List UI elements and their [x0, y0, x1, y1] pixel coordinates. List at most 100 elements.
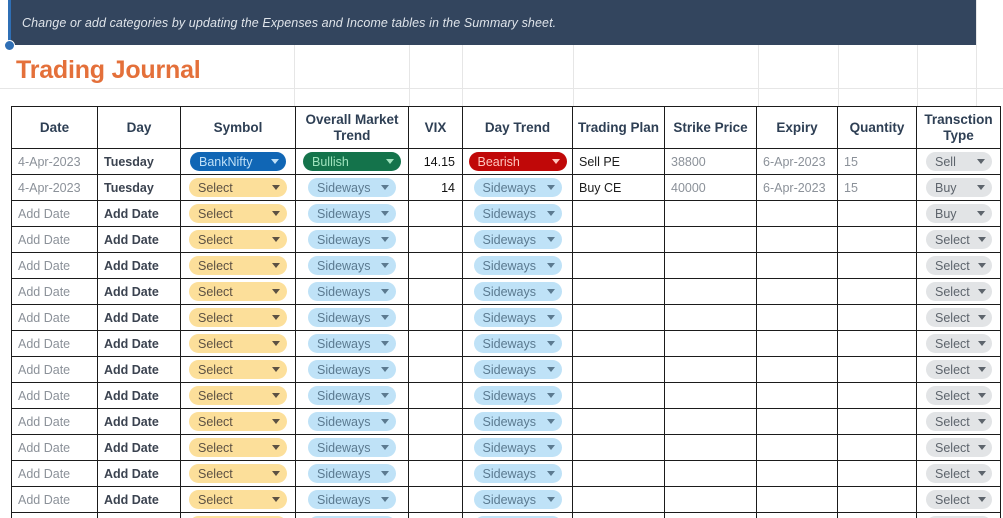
day-trend-dropdown[interactable]: Sideways: [473, 308, 562, 327]
market-trend-dropdown[interactable]: Sideways: [308, 334, 396, 353]
day-cell[interactable]: Add Date: [97, 460, 181, 487]
transaction-type-dropdown[interactable]: Select: [926, 412, 992, 431]
quantity-cell[interactable]: [837, 434, 917, 461]
transaction-type-dropdown[interactable]: Buy: [926, 204, 992, 223]
day-trend-dropdown[interactable]: Sideways: [473, 360, 562, 379]
quantity-cell[interactable]: [837, 408, 917, 435]
trading-plan-cell[interactable]: [572, 304, 665, 331]
transaction-type-dropdown[interactable]: Select: [926, 438, 992, 457]
date-cell[interactable]: Add Date: [11, 356, 98, 383]
quantity-cell[interactable]: 15: [837, 148, 917, 175]
trading-plan-cell[interactable]: [572, 252, 665, 279]
trading-plan-cell[interactable]: [572, 460, 665, 487]
vix-cell[interactable]: [408, 226, 463, 253]
date-cell[interactable]: Add Date: [11, 226, 98, 253]
trading-plan-cell[interactable]: [572, 486, 665, 513]
strike-price-cell[interactable]: [664, 382, 757, 409]
day-cell[interactable]: Add Date: [97, 304, 181, 331]
expiry-cell[interactable]: [756, 200, 838, 227]
quantity-cell[interactable]: [837, 226, 917, 253]
trading-plan-cell[interactable]: [572, 408, 665, 435]
trading-plan-cell[interactable]: Sell PE: [572, 148, 665, 175]
market-trend-dropdown[interactable]: Sideways: [308, 256, 396, 275]
market-trend-dropdown[interactable]: Sideways: [308, 178, 396, 197]
day-trend-dropdown[interactable]: Sideways: [473, 256, 562, 275]
vix-cell[interactable]: [408, 460, 463, 487]
expiry-cell[interactable]: [756, 434, 838, 461]
symbol-dropdown[interactable]: Select: [189, 308, 287, 327]
day-cell[interactable]: Add Date: [97, 226, 181, 253]
day-cell[interactable]: Add Date: [97, 278, 181, 305]
day-cell[interactable]: Add Date: [97, 252, 181, 279]
expiry-cell[interactable]: [756, 252, 838, 279]
quantity-cell[interactable]: [837, 512, 917, 518]
strike-price-cell[interactable]: [664, 512, 757, 518]
day-cell[interactable]: Tuesday: [97, 174, 181, 201]
quantity-cell[interactable]: [837, 330, 917, 357]
quantity-cell[interactable]: [837, 200, 917, 227]
trading-plan-cell[interactable]: [572, 200, 665, 227]
transaction-type-dropdown[interactable]: Sell: [926, 152, 992, 171]
market-trend-dropdown[interactable]: Sideways: [308, 282, 396, 301]
trading-plan-cell[interactable]: [572, 226, 665, 253]
trading-plan-cell[interactable]: [572, 356, 665, 383]
date-cell[interactable]: Add Date: [11, 382, 98, 409]
market-trend-dropdown[interactable]: Sideways: [308, 360, 396, 379]
symbol-dropdown[interactable]: Select: [189, 204, 287, 223]
market-trend-dropdown[interactable]: Sideways: [308, 308, 396, 327]
strike-price-cell[interactable]: [664, 408, 757, 435]
day-trend-dropdown[interactable]: Sideways: [473, 230, 562, 249]
expiry-cell[interactable]: 6-Apr-2023: [756, 148, 838, 175]
transaction-type-dropdown[interactable]: Select: [926, 256, 992, 275]
day-cell[interactable]: Add Date: [97, 356, 181, 383]
expiry-cell[interactable]: [756, 226, 838, 253]
day-cell[interactable]: Add Date: [97, 200, 181, 227]
vix-cell[interactable]: [408, 486, 463, 513]
transaction-type-dropdown[interactable]: Select: [926, 334, 992, 353]
quantity-cell[interactable]: [837, 460, 917, 487]
day-trend-dropdown[interactable]: Sideways: [473, 438, 562, 457]
date-cell[interactable]: 4-Apr-2023: [11, 174, 98, 201]
date-cell[interactable]: Add Date: [11, 434, 98, 461]
day-cell[interactable]: Add Date: [97, 330, 181, 357]
symbol-dropdown[interactable]: Select: [189, 230, 287, 249]
transaction-type-dropdown[interactable]: Select: [926, 282, 992, 301]
symbol-dropdown[interactable]: Select: [189, 412, 287, 431]
quantity-cell[interactable]: [837, 356, 917, 383]
strike-price-cell[interactable]: [664, 486, 757, 513]
strike-price-cell[interactable]: [664, 278, 757, 305]
vix-cell[interactable]: [408, 356, 463, 383]
expiry-cell[interactable]: [756, 512, 838, 518]
quantity-cell[interactable]: 15: [837, 174, 917, 201]
quantity-cell[interactable]: [837, 278, 917, 305]
day-trend-dropdown[interactable]: Sideways: [473, 412, 562, 431]
transaction-type-dropdown[interactable]: Select: [926, 308, 992, 327]
quantity-cell[interactable]: [837, 304, 917, 331]
strike-price-cell[interactable]: [664, 330, 757, 357]
vix-cell[interactable]: [408, 252, 463, 279]
day-trend-dropdown[interactable]: Sideways: [473, 204, 562, 223]
trading-plan-cell[interactable]: Buy CE: [572, 174, 665, 201]
transaction-type-dropdown[interactable]: Select: [926, 230, 992, 249]
symbol-dropdown[interactable]: Select: [189, 438, 287, 457]
strike-price-cell[interactable]: [664, 226, 757, 253]
symbol-dropdown[interactable]: Select: [189, 386, 287, 405]
trading-plan-cell[interactable]: [572, 278, 665, 305]
expiry-cell[interactable]: [756, 278, 838, 305]
date-cell[interactable]: Add Date: [11, 330, 98, 357]
transaction-type-dropdown[interactable]: Buy: [926, 178, 992, 197]
date-cell[interactable]: Add Date: [11, 486, 98, 513]
symbol-dropdown[interactable]: BankNifty: [190, 152, 286, 171]
date-cell[interactable]: Add Date: [11, 304, 98, 331]
expiry-cell[interactable]: [756, 356, 838, 383]
transaction-type-dropdown[interactable]: Select: [926, 464, 992, 483]
day-trend-dropdown[interactable]: Sideways: [473, 464, 562, 483]
transaction-type-dropdown[interactable]: Select: [926, 360, 992, 379]
market-trend-dropdown[interactable]: Sideways: [308, 230, 396, 249]
expiry-cell[interactable]: [756, 486, 838, 513]
textbox-resize-handle[interactable]: [4, 40, 15, 51]
symbol-dropdown[interactable]: Select: [189, 282, 287, 301]
market-trend-dropdown[interactable]: Sideways: [308, 412, 396, 431]
market-trend-dropdown[interactable]: Bullish: [303, 152, 401, 171]
trading-plan-cell[interactable]: [572, 330, 665, 357]
